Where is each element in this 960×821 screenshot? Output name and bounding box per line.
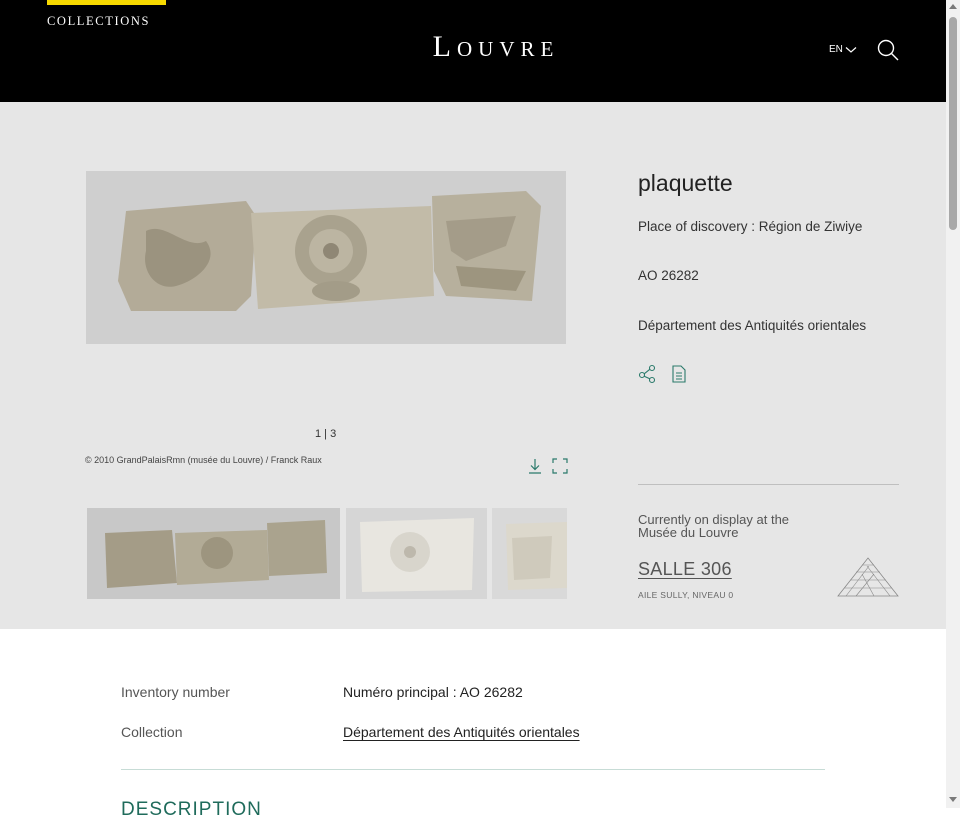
- artwork-hero: 1 | 3 © 2010 GrandPalaisRmn (musée du Lo…: [0, 102, 946, 629]
- fullscreen-icon[interactable]: [551, 457, 569, 475]
- document-icon[interactable]: [671, 364, 687, 384]
- thumbnail-1[interactable]: [87, 508, 340, 599]
- scroll-down-arrow-icon[interactable]: [949, 797, 957, 802]
- image-credit: © 2010 GrandPalaisRmn (musée du Louvre) …: [85, 455, 322, 465]
- thumbnail-3[interactable]: [492, 508, 567, 599]
- download-icon[interactable]: [526, 457, 544, 475]
- collections-link[interactable]: COLLECTIONS: [47, 14, 150, 29]
- language-label: EN: [829, 44, 843, 55]
- image-counter: 1 | 3: [315, 428, 337, 440]
- scroll-up-arrow-icon[interactable]: [949, 4, 957, 9]
- collection-link[interactable]: Département des Antiquités orientales: [343, 724, 580, 740]
- share-icon[interactable]: [638, 364, 656, 384]
- language-selector[interactable]: EN: [829, 44, 857, 55]
- room-link[interactable]: SALLE 306: [638, 559, 732, 580]
- inventory-number: AO 26282: [638, 268, 699, 283]
- artwork-title: plaquette: [638, 170, 733, 196]
- details-separator: [121, 769, 825, 770]
- inventory-number-value: Numéro principal : AO 26282: [343, 684, 523, 700]
- search-icon[interactable]: [876, 38, 900, 62]
- description-heading: DESCRIPTION: [121, 799, 262, 820]
- scrollbar-thumb[interactable]: [949, 17, 957, 230]
- place-of-discovery: Place of discovery : Région de Ziwiye: [638, 219, 863, 234]
- collection-label: Collection: [121, 724, 183, 740]
- inventory-number-label: Inventory number: [121, 684, 230, 700]
- main-artwork-image[interactable]: [86, 171, 566, 344]
- display-divider: [638, 484, 899, 485]
- collections-accent-bar: [47, 0, 166, 5]
- wing-level: AILE SULLY, NIVEAU 0: [638, 590, 734, 600]
- department: Département des Antiquités orientales: [638, 318, 867, 333]
- site-header: COLLECTIONS Louvre EN: [0, 0, 946, 102]
- louvre-logo[interactable]: Louvre: [380, 30, 612, 64]
- chevron-down-icon: [845, 46, 857, 53]
- pyramid-icon: [837, 557, 899, 597]
- thumbnail-2[interactable]: [346, 508, 487, 599]
- display-status: Currently on display at the Musée du Lou…: [638, 512, 790, 540]
